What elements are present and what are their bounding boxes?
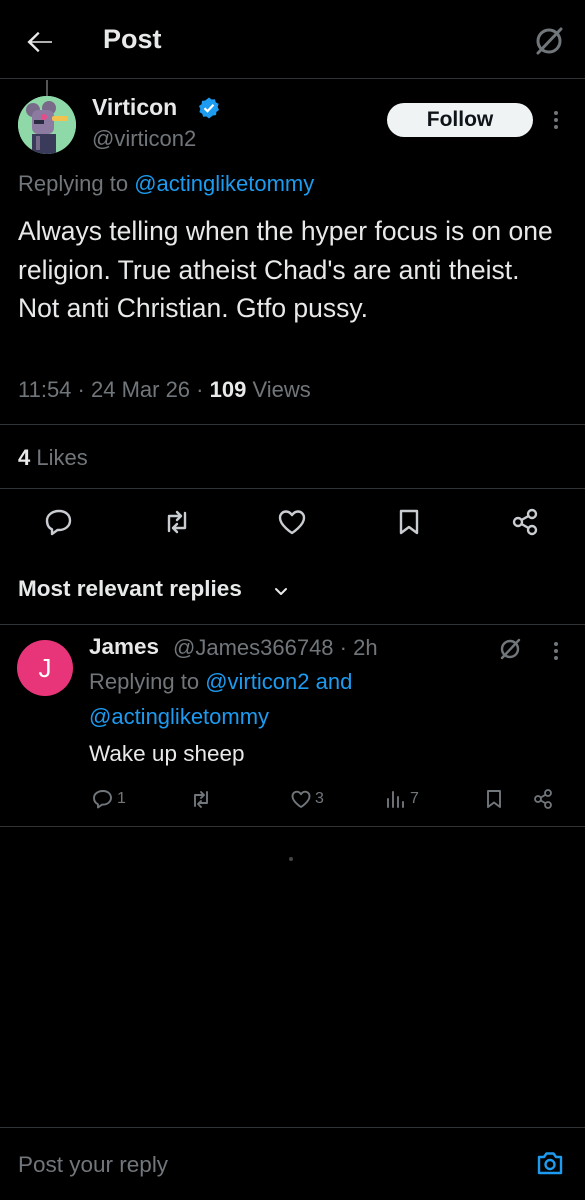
bookmark-icon [487, 790, 501, 808]
author-handle[interactable]: @virticon2 [92, 126, 196, 152]
reply-share-button[interactable] [531, 785, 555, 813]
reply-author-name[interactable]: James [89, 634, 159, 660]
arrow-left-icon [27, 31, 52, 53]
more-vertical-icon [554, 642, 558, 660]
thread-line [46, 80, 48, 96]
camera-icon [537, 1152, 563, 1175]
camera-button[interactable] [533, 1146, 567, 1180]
reply-icon [93, 790, 112, 809]
grok-icon [536, 27, 563, 55]
more-options-button[interactable] [544, 106, 568, 134]
grok-icon [500, 638, 521, 660]
share-icon [512, 508, 538, 536]
views-count: 109 [209, 377, 247, 402]
loading-dot [289, 857, 293, 861]
more-vertical-icon [554, 111, 558, 129]
post-meta: 11:54 · 24 Mar 26 · 109 Views [18, 377, 311, 402]
reply-icon [45, 509, 72, 536]
share-icon [534, 789, 552, 809]
chevron-down-icon[interactable] [272, 582, 290, 600]
share-button[interactable] [508, 505, 542, 539]
post-date: 24 Mar 26 [90, 377, 191, 402]
replies-sort-label[interactable]: Most relevant replies [18, 576, 242, 602]
reply-replying-to: Replying to @virticon2 and [89, 669, 352, 695]
like-button[interactable] [275, 505, 309, 539]
bookmark-button[interactable] [392, 505, 426, 539]
header-divider [0, 78, 585, 79]
reply-views-button[interactable]: 7 [384, 785, 419, 813]
repost-icon [194, 791, 208, 808]
likes-label: Likes [36, 445, 88, 470]
reply-view-count: 7 [410, 790, 419, 807]
divider [0, 624, 585, 625]
likes-stat[interactable]: 4 Likes [18, 445, 88, 471]
views-label: Views [252, 377, 311, 402]
reply-mention-2[interactable]: @actingliketommy [89, 704, 269, 730]
reply-reply-button[interactable]: 1 [91, 785, 126, 813]
reply-age: 2h [353, 635, 378, 660]
back-button[interactable] [22, 24, 58, 60]
reply-author-handle[interactable]: @James366748 [173, 635, 334, 660]
likes-count: 4 [18, 445, 31, 470]
heart-icon [278, 510, 306, 535]
post-text: Always telling when the hyper focus is o… [18, 216, 553, 323]
reply-like-count: 3 [315, 790, 324, 807]
reply-reply-count: 1 [117, 790, 126, 807]
replying-to: Replying to @actingliketommy [18, 171, 314, 197]
reply-handle-line: @James366748 · 2h [173, 635, 378, 660]
reply-grok-button[interactable] [496, 635, 524, 663]
verified-badge-icon [197, 96, 221, 120]
reply-and-word: and [315, 669, 353, 694]
page-title: Post [103, 24, 162, 54]
follow-button[interactable]: Follow [387, 103, 533, 137]
grok-button[interactable] [530, 22, 568, 60]
repost-icon [167, 510, 187, 534]
divider [0, 424, 585, 425]
avatar-image [18, 96, 76, 154]
reply-button[interactable] [42, 505, 76, 539]
divider [0, 488, 585, 489]
replying-prefix: Replying to [18, 171, 129, 196]
reply-avatar[interactable]: J [17, 640, 73, 696]
heart-icon [291, 790, 311, 808]
bookmark-icon [399, 509, 419, 535]
reply-replying-prefix: Replying to [89, 669, 200, 694]
replying-to-mention[interactable]: @actingliketommy [134, 171, 314, 196]
reply-bookmark-button[interactable] [482, 785, 506, 813]
reply-more-button[interactable] [546, 638, 566, 664]
post-time: 11:54 [18, 377, 72, 402]
views-chart-icon [387, 791, 404, 808]
divider [0, 826, 585, 827]
reply-text: Wake up sheep [89, 741, 245, 766]
reply-like-button[interactable]: 3 [289, 785, 324, 813]
author-name[interactable]: Virticon [92, 94, 177, 121]
reply-input[interactable]: Post your reply [18, 1152, 168, 1178]
composer-divider [0, 1127, 585, 1128]
avatar[interactable] [18, 96, 76, 154]
repost-button[interactable] [160, 505, 194, 539]
reply-mention-1[interactable]: @virticon2 [205, 669, 309, 694]
reply-repost-button[interactable] [189, 785, 213, 813]
